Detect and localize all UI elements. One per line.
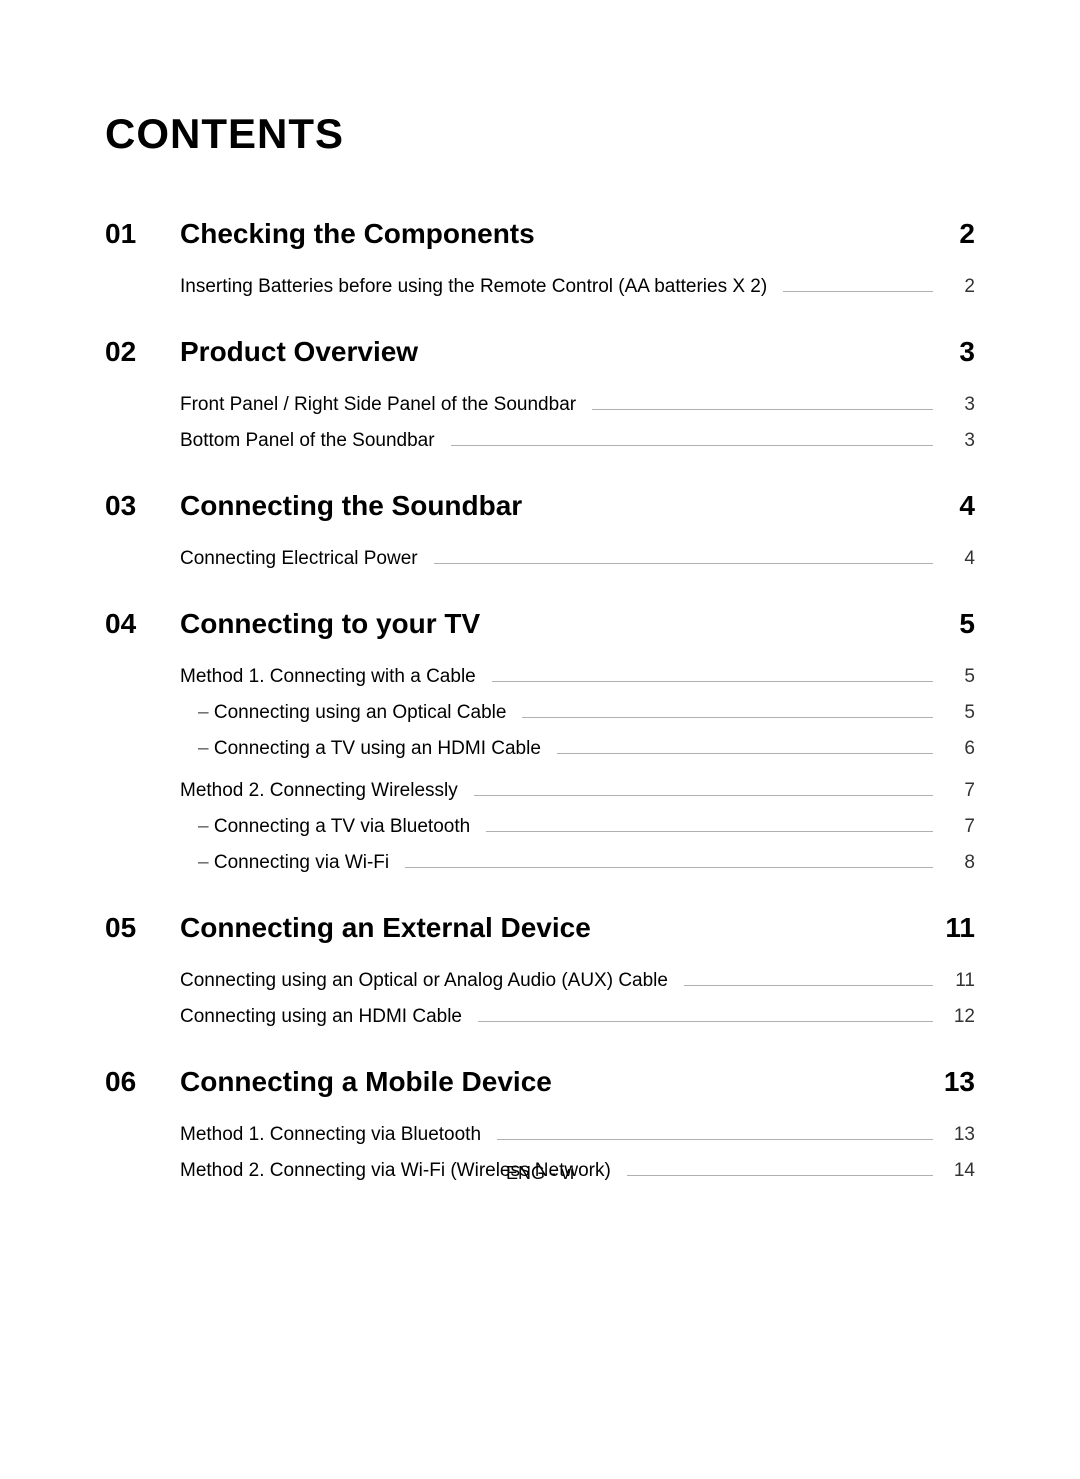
entry-title: Connecting using an Optical or Analog Au… xyxy=(180,970,668,992)
section-title: Product Overview xyxy=(180,336,935,368)
toc-entry: Connecting via Wi-Fi 8 xyxy=(180,852,975,878)
entry-page: 5 xyxy=(945,702,975,724)
toc-entry: Connecting a TV using an HDMI Cable 6 xyxy=(180,738,975,764)
section-page: 11 xyxy=(935,912,975,944)
entry-group: Method 2. Connecting Wirelessly7Connecti… xyxy=(180,780,975,878)
page-title: CONTENTS xyxy=(105,110,975,158)
leader-line xyxy=(478,1021,933,1022)
section-header: Connecting the Soundbar4 xyxy=(180,490,975,522)
entry-title: Bottom Panel of the Soundbar xyxy=(180,430,435,452)
entry-page: 7 xyxy=(945,780,975,802)
section-page: 5 xyxy=(935,608,975,640)
section-header: Product Overview3 xyxy=(180,336,975,368)
entry-title: Method 1. Connecting via Bluetooth xyxy=(180,1124,481,1146)
section-page: 4 xyxy=(935,490,975,522)
section-header: Connecting to your TV5 xyxy=(180,608,975,640)
entry-group: Front Panel / Right Side Panel of the So… xyxy=(180,394,975,456)
entry-title: Connecting a TV via Bluetooth xyxy=(180,816,470,838)
entry-page: 7 xyxy=(945,816,975,838)
section-title: Connecting an External Device xyxy=(180,912,935,944)
leader-line xyxy=(592,409,933,410)
toc-section: 05Connecting an External Device11Connect… xyxy=(105,912,975,1048)
toc-entry: Method 1. Connecting with a Cable 5 xyxy=(180,666,975,692)
leader-line xyxy=(486,831,933,832)
leader-line xyxy=(783,291,933,292)
entry-group: Connecting using an Optical or Analog Au… xyxy=(180,970,975,1032)
section-body: Connecting the Soundbar4Connecting Elect… xyxy=(180,490,975,590)
entry-title: Connecting a TV using an HDMI Cable xyxy=(180,738,541,760)
entry-page: 5 xyxy=(945,666,975,688)
toc-entry: Connecting Electrical Power 4 xyxy=(180,548,975,574)
section-number: 01 xyxy=(105,218,180,250)
entry-page: 6 xyxy=(945,738,975,760)
entry-page: 3 xyxy=(945,394,975,416)
toc-entry: Connecting a TV via Bluetooth 7 xyxy=(180,816,975,842)
entry-group: Method 1. Connecting with a Cable5Connec… xyxy=(180,666,975,764)
entry-page: 4 xyxy=(945,548,975,570)
leader-line xyxy=(474,795,933,796)
section-page: 3 xyxy=(935,336,975,368)
section-title: Connecting the Soundbar xyxy=(180,490,935,522)
entry-title: Connecting Electrical Power xyxy=(180,548,418,570)
toc-entry: Bottom Panel of the Soundbar 3 xyxy=(180,430,975,456)
toc-entry: Method 2. Connecting Wirelessly 7 xyxy=(180,780,975,806)
section-body: Checking the Components2Inserting Batter… xyxy=(180,218,975,318)
leader-line xyxy=(684,985,933,986)
section-title: Checking the Components xyxy=(180,218,935,250)
leader-line xyxy=(434,563,933,564)
toc-entry: Connecting using an Optical or Analog Au… xyxy=(180,970,975,996)
section-number: 03 xyxy=(105,490,180,522)
section-body: Connecting an External Device11Connectin… xyxy=(180,912,975,1048)
leader-line xyxy=(405,867,933,868)
toc-entry: Method 1. Connecting via Bluetooth 13 xyxy=(180,1124,975,1150)
section-page: 2 xyxy=(935,218,975,250)
entry-title: Method 2. Connecting Wirelessly xyxy=(180,780,458,802)
section-page: 13 xyxy=(935,1066,975,1098)
table-of-contents: 01Checking the Components2Inserting Batt… xyxy=(105,218,975,1202)
toc-entry: Connecting using an HDMI Cable 12 xyxy=(180,1006,975,1032)
entry-page: 8 xyxy=(945,852,975,874)
leader-line xyxy=(451,445,933,446)
leader-line xyxy=(522,717,933,718)
section-title: Connecting a Mobile Device xyxy=(180,1066,935,1098)
entry-title: Connecting using an HDMI Cable xyxy=(180,1006,462,1028)
section-header: Connecting a Mobile Device13 xyxy=(180,1066,975,1098)
toc-section: 01Checking the Components2Inserting Batt… xyxy=(105,218,975,318)
section-number: 05 xyxy=(105,912,180,944)
leader-line xyxy=(557,753,933,754)
page-footer: ENG - vi xyxy=(0,1163,1080,1184)
section-title: Connecting to your TV xyxy=(180,608,935,640)
toc-entry: Front Panel / Right Side Panel of the So… xyxy=(180,394,975,420)
toc-section: 03Connecting the Soundbar4Connecting Ele… xyxy=(105,490,975,590)
leader-line xyxy=(492,681,933,682)
section-header: Connecting an External Device11 xyxy=(180,912,975,944)
entry-title: Connecting via Wi-Fi xyxy=(180,852,389,874)
toc-section: 04Connecting to your TV5Method 1. Connec… xyxy=(105,608,975,894)
toc-section: 02Product Overview3Front Panel / Right S… xyxy=(105,336,975,472)
toc-entry: Connecting using an Optical Cable 5 xyxy=(180,702,975,728)
entry-title: Connecting using an Optical Cable xyxy=(180,702,506,724)
entry-title: Method 1. Connecting with a Cable xyxy=(180,666,476,688)
leader-line xyxy=(497,1139,933,1140)
section-body: Product Overview3Front Panel / Right Sid… xyxy=(180,336,975,472)
section-number: 06 xyxy=(105,1066,180,1098)
entry-page: 13 xyxy=(945,1124,975,1146)
section-number: 02 xyxy=(105,336,180,368)
entry-page: 3 xyxy=(945,430,975,452)
entry-page: 2 xyxy=(945,276,975,298)
toc-entry: Inserting Batteries before using the Rem… xyxy=(180,276,975,302)
entry-page: 11 xyxy=(945,970,975,992)
entry-group: Inserting Batteries before using the Rem… xyxy=(180,276,975,302)
section-header: Checking the Components2 xyxy=(180,218,975,250)
entry-group: Connecting Electrical Power 4 xyxy=(180,548,975,574)
entry-title: Inserting Batteries before using the Rem… xyxy=(180,276,767,298)
section-body: Connecting to your TV5Method 1. Connecti… xyxy=(180,608,975,894)
entry-page: 12 xyxy=(945,1006,975,1028)
section-number: 04 xyxy=(105,608,180,640)
entry-title: Front Panel / Right Side Panel of the So… xyxy=(180,394,576,416)
